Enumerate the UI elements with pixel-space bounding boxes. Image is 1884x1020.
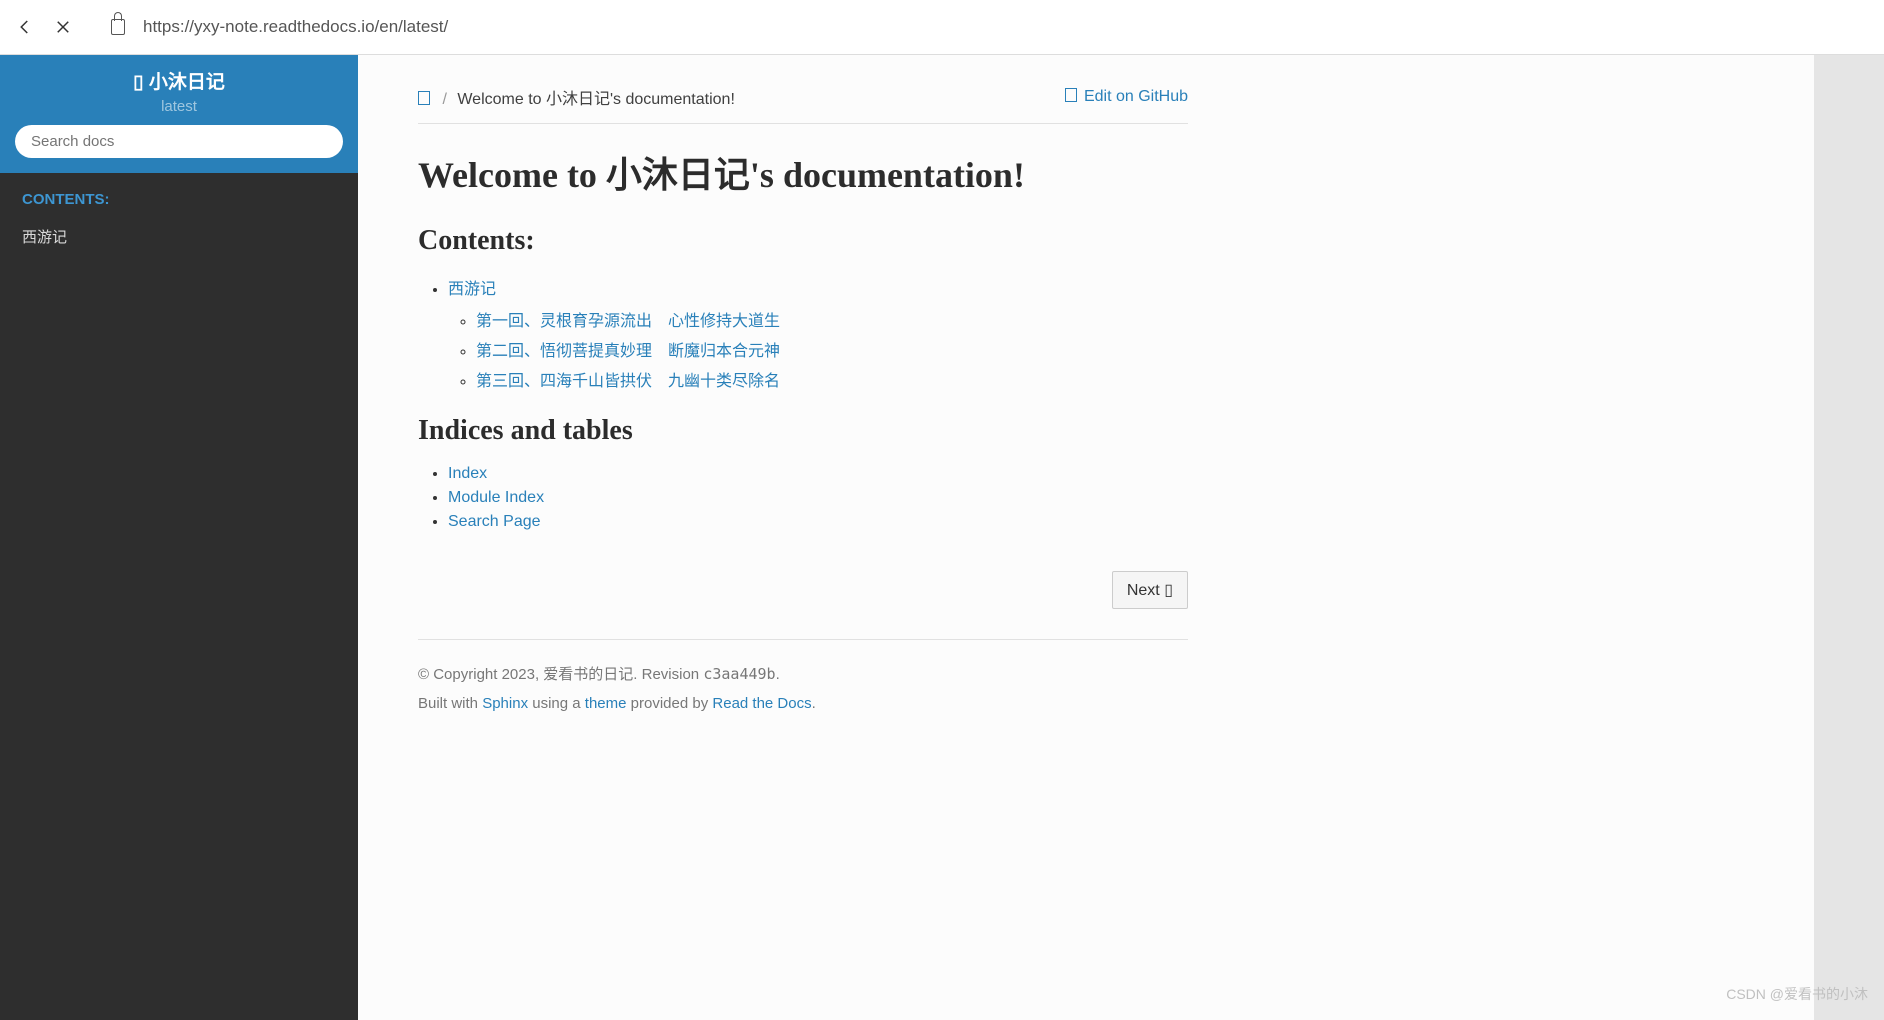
version-label: latest [15, 98, 343, 115]
contents-heading: Contents: [418, 225, 1188, 257]
lock-icon [111, 19, 125, 35]
sidebar: ▯ 小沐日记 latest CONTENTS: 西游记 [0, 55, 358, 1020]
next-button[interactable]: Next ▯ [1112, 571, 1188, 609]
site-title[interactable]: ▯ 小沐日记 [15, 67, 343, 94]
stop-reload-button[interactable] [53, 17, 73, 37]
back-button[interactable] [15, 17, 35, 37]
edit-on-github-link[interactable]: Edit on GitHub [1065, 88, 1188, 106]
url-text[interactable]: https://yxy-note.readthedocs.io/en/lates… [143, 17, 448, 37]
toc-link-ch1[interactable]: 第一回、灵根育孕源流出 心性修持大道生 [476, 313, 780, 330]
rtd-link[interactable]: Read the Docs [712, 695, 811, 712]
browser-address-bar: https://yxy-note.readthedocs.io/en/lates… [0, 0, 1884, 55]
toc-list: 西游记 第一回、灵根育孕源流出 心性修持大道生 第二回、悟彻菩提真妙理 断魔归本… [418, 275, 1188, 391]
theme-link[interactable]: theme [585, 695, 627, 712]
search-page-link[interactable]: Search Page [448, 513, 541, 530]
home-icon: ▯ [133, 72, 149, 93]
footer-rule [418, 639, 1188, 640]
index-link[interactable]: Index [448, 465, 487, 482]
content-area: / Welcome to 小沐日记's documentation! Edit … [358, 55, 1884, 1020]
watermark: CSDN @爱看书的小沐 [1726, 984, 1868, 1004]
toc-link-ch3[interactable]: 第三回、四海千山皆拱伏 九幽十类尽除名 [476, 373, 780, 390]
toc-link-parent[interactable]: 西游记 [448, 281, 496, 298]
sphinx-link[interactable]: Sphinx [482, 695, 528, 712]
sidebar-header: ▯ 小沐日记 latest [0, 55, 358, 173]
sidebar-caption: CONTENTS: [0, 173, 358, 218]
breadcrumb: / Welcome to 小沐日记's documentation! [418, 85, 735, 109]
indices-heading: Indices and tables [418, 415, 1188, 447]
indices-list: Index Module Index Search Page [418, 465, 1188, 531]
breadcrumb-home[interactable] [418, 91, 432, 108]
right-gutter [1814, 55, 1884, 1020]
home-icon [418, 91, 430, 105]
breadcrumb-current: Welcome to 小沐日记's documentation! [457, 91, 735, 108]
sidebar-item-xiyouji[interactable]: 西游记 [0, 218, 358, 255]
breadcrumb-row: / Welcome to 小沐日记's documentation! Edit … [418, 85, 1188, 124]
module-index-link[interactable]: Module Index [448, 489, 544, 506]
footer: © Copyright 2023, 爱看书的日记. Revision c3aa4… [418, 660, 1188, 718]
search-input[interactable] [15, 125, 343, 158]
revision-hash: c3aa449b [703, 665, 775, 683]
github-icon [1065, 88, 1077, 102]
toc-link-ch2[interactable]: 第二回、悟彻菩提真妙理 断魔归本合元神 [476, 343, 780, 360]
nav-footer: Next ▯ [418, 571, 1188, 609]
page-title: Welcome to 小沐日记's documentation! [418, 154, 1188, 197]
